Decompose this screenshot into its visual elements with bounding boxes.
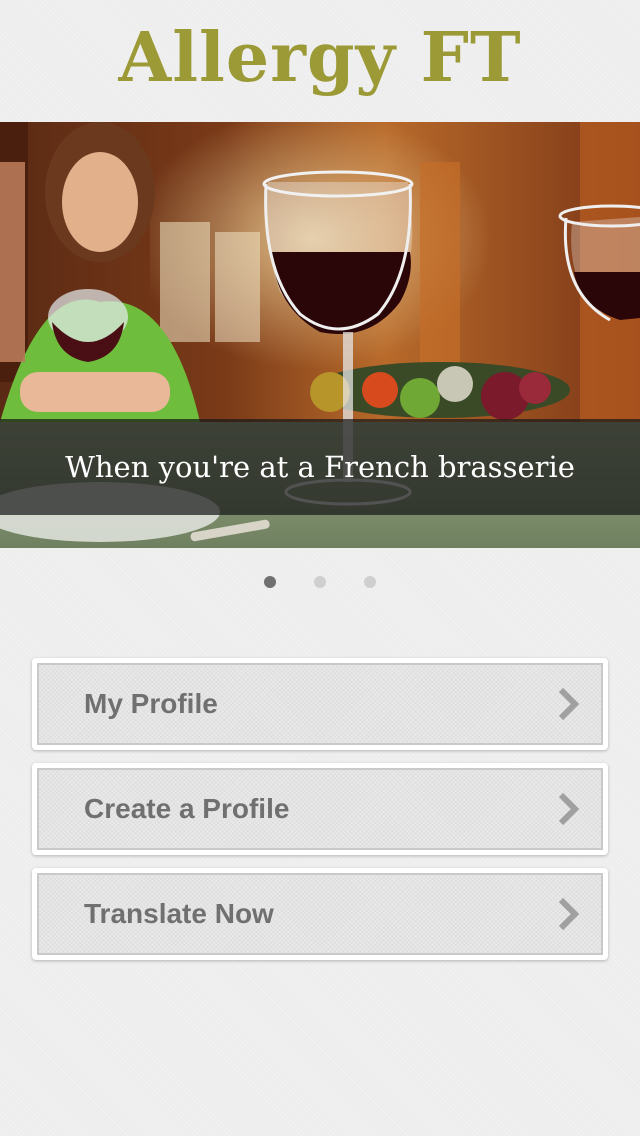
carousel-caption: When you're at a French brasserie — [65, 450, 575, 484]
main-menu: My Profile Create a Profile Translate No… — [32, 658, 608, 973]
app-screen: Allergy FT When you're at a French brass… — [0, 0, 640, 1136]
page-dot-1[interactable] — [264, 576, 276, 588]
caption-band: When you're at a French brasserie — [0, 419, 640, 515]
menu-item-inner: Translate Now — [37, 873, 603, 955]
chevron-right-icon — [558, 792, 580, 826]
menu-item-inner: Create a Profile — [37, 768, 603, 850]
my-profile-button[interactable]: My Profile — [32, 658, 608, 750]
translate-now-button[interactable]: Translate Now — [32, 868, 608, 960]
page-indicator[interactable] — [0, 576, 640, 590]
carousel-slide[interactable]: When you're at a French brasserie — [0, 122, 640, 548]
create-profile-button[interactable]: Create a Profile — [32, 763, 608, 855]
chevron-right-icon — [558, 687, 580, 721]
page-dot-2[interactable] — [314, 576, 326, 588]
menu-item-label: Create a Profile — [84, 793, 290, 824]
app-title: Allergy FT — [118, 18, 522, 98]
menu-item-inner: My Profile — [37, 663, 603, 745]
chevron-right-icon — [558, 897, 580, 931]
menu-item-label: My Profile — [84, 688, 218, 719]
page-dot-3[interactable] — [364, 576, 376, 588]
header: Allergy FT — [0, 0, 640, 122]
menu-item-label: Translate Now — [84, 898, 274, 929]
